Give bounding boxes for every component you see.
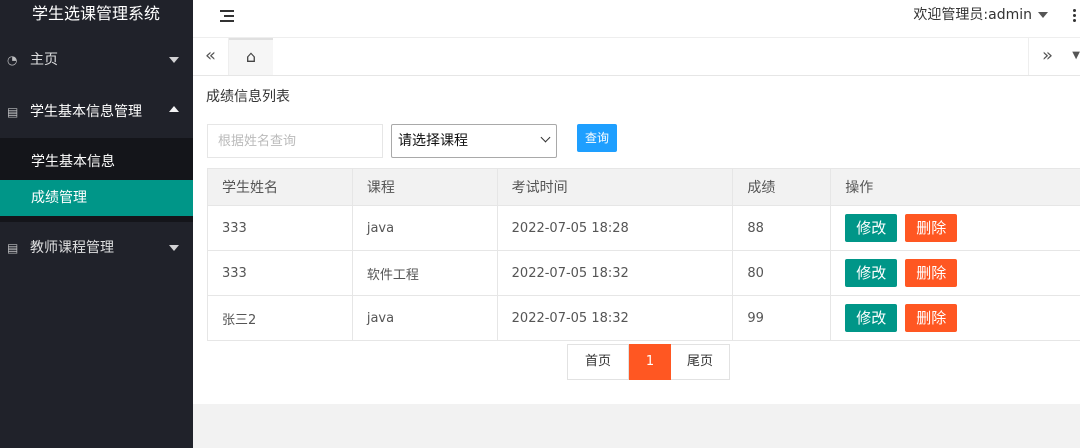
- caret-down-icon: [1038, 12, 1048, 18]
- table-header-row: 学生姓名 课程 考试时间 成绩 操作: [207, 168, 1080, 206]
- document-icon: ▤: [7, 241, 19, 255]
- sidebar-submenu: 学生基本信息 成绩管理: [0, 138, 193, 222]
- edit-button[interactable]: 修改: [845, 304, 898, 332]
- name-search-input[interactable]: [207, 124, 383, 158]
- welcome-text: 欢迎管理员:admin: [913, 7, 1032, 23]
- sidebar-item-student-info-management[interactable]: ▤ 学生基本信息管理: [0, 86, 193, 138]
- cell-course: 软件工程: [351, 250, 498, 296]
- table-row: 333 java 2022-07-05 18:28 88 修改 删除: [207, 205, 1080, 251]
- cell-course: java: [351, 295, 498, 341]
- delete-button[interactable]: 删除: [905, 259, 958, 287]
- sidebar-item-home[interactable]: ◔ 主页: [0, 34, 193, 86]
- document-icon: ▤: [7, 105, 19, 119]
- sidebar-item-label: 学生基本信息管理: [30, 104, 142, 120]
- cell-name: 张三2: [207, 295, 353, 341]
- column-header: 学生姓名: [207, 168, 353, 206]
- cell-score: 88: [732, 205, 832, 251]
- menu-collapse-icon[interactable]: [220, 9, 236, 25]
- chevron-down-icon: [169, 57, 179, 63]
- cell-time: 2022-07-05 18:28: [496, 205, 734, 251]
- column-header: 考试时间: [496, 168, 734, 206]
- edit-button[interactable]: 修改: [845, 259, 898, 287]
- main-content: 成绩信息列表 请选择课程 查询 学生姓名 课程 考试时间 成绩 操作 333 j…: [193, 76, 1080, 404]
- cell-name: 333: [207, 205, 353, 251]
- cell-time: 2022-07-05 18:32: [496, 295, 734, 341]
- edit-button[interactable]: 修改: [845, 214, 898, 242]
- score-table: 学生姓名 课程 考试时间 成绩 操作 333 java 2022-07-05 1…: [207, 168, 1080, 341]
- cell-actions: 修改 删除: [830, 205, 1080, 251]
- sidebar-item-student-info[interactable]: 学生基本信息: [0, 144, 193, 180]
- tab-scroll-right-button[interactable]: »: [1028, 38, 1066, 75]
- cell-score: 99: [732, 295, 832, 341]
- table-row: 张三2 java 2022-07-05 18:32 99 修改 删除: [207, 295, 1080, 341]
- course-select-value: 请选择课程: [398, 133, 468, 149]
- chevron-down-icon: [540, 132, 551, 143]
- sidebar: 学生选课管理系统 ◔ 主页 ▤ 学生基本信息管理 学生基本信息 成绩管理 ▤ 教…: [0, 0, 193, 448]
- more-vertical-icon[interactable]: [1070, 8, 1080, 24]
- cell-time: 2022-07-05 18:32: [496, 250, 734, 296]
- table-row: 333 软件工程 2022-07-05 18:32 80 修改 删除: [207, 250, 1080, 296]
- chevron-up-icon: [169, 106, 179, 112]
- chevron-down-icon: [169, 245, 179, 251]
- delete-button[interactable]: 删除: [905, 304, 958, 332]
- delete-button[interactable]: 删除: [905, 214, 958, 242]
- pagination: 首页 1 尾页: [567, 344, 730, 380]
- sidebar-item-label: 教师课程管理: [30, 240, 114, 256]
- page-title: 成绩信息列表: [206, 89, 290, 105]
- column-header: 成绩: [732, 168, 832, 206]
- column-header: 操作: [830, 168, 1080, 206]
- first-page-button[interactable]: 首页: [567, 344, 629, 380]
- sidebar-item-teacher-course-management[interactable]: ▤ 教师课程管理: [0, 222, 193, 274]
- app-title: 学生选课管理系统: [32, 4, 161, 23]
- cell-actions: 修改 删除: [830, 250, 1080, 296]
- tab-menu-caret-icon[interactable]: ▼: [1066, 38, 1080, 75]
- cell-score: 80: [732, 250, 832, 296]
- tab-bar: « ⌂ » ▼: [193, 38, 1080, 76]
- tab-home[interactable]: ⌂: [229, 38, 273, 75]
- sidebar-item-score-management[interactable]: 成绩管理: [0, 180, 193, 216]
- query-button[interactable]: 查询: [577, 124, 617, 152]
- last-page-button[interactable]: 尾页: [671, 344, 730, 380]
- cell-course: java: [351, 205, 498, 251]
- sidebar-item-label: 主页: [30, 52, 58, 68]
- column-header: 课程: [351, 168, 498, 206]
- user-menu[interactable]: 欢迎管理员:admin: [913, 0, 1048, 30]
- course-select[interactable]: 请选择课程: [391, 124, 557, 158]
- gauge-icon: ◔: [7, 53, 18, 67]
- cell-actions: 修改 删除: [830, 295, 1080, 341]
- current-page[interactable]: 1: [629, 344, 671, 380]
- top-header: 欢迎管理员:admin: [193, 0, 1080, 38]
- cell-name: 333: [207, 250, 353, 296]
- tab-scroll-left-button[interactable]: «: [193, 38, 229, 75]
